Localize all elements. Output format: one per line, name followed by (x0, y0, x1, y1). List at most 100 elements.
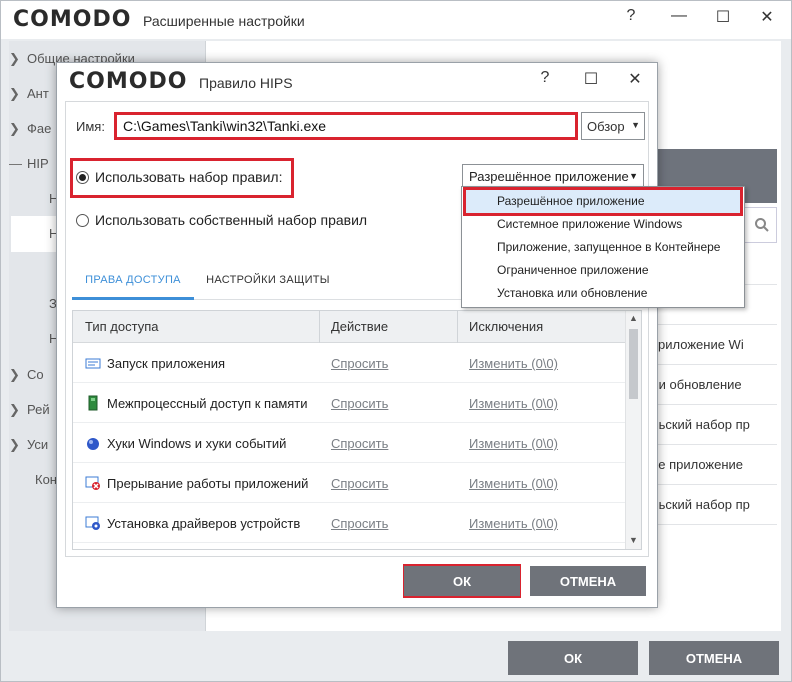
name-input[interactable] (114, 112, 578, 140)
close-icon[interactable]: ✕ (625, 69, 645, 89)
column-header[interactable]: Тип доступа (85, 319, 158, 334)
tree-item-label: Кон (35, 472, 57, 487)
exceptions-link[interactable]: Изменить (0\0) (469, 436, 558, 451)
hook-icon (87, 438, 99, 450)
radio-ruleset-label: Использовать набор правил: (95, 169, 283, 185)
action-link[interactable]: Спросить (331, 396, 388, 411)
close-icon[interactable]: ✕ (757, 7, 777, 27)
access-type: Установка драйверов устройств (107, 516, 301, 531)
dropdown-option-highlight (463, 187, 743, 216)
scroll-up-icon[interactable]: ▲ (629, 313, 638, 323)
minimize-icon[interactable]: — (669, 7, 689, 25)
dropdown-option[interactable]: Системное приложение Windows (463, 213, 743, 236)
radio-custom-ruleset[interactable]: Использовать собственный набор правил (76, 212, 367, 228)
tree-item-antivirus[interactable]: ❯ Ант (9, 86, 49, 102)
dropdown-option[interactable]: Ограниченное приложение (463, 259, 743, 282)
tab-protection-settings[interactable]: НАСТРОЙКИ ЗАЩИТЫ (202, 262, 334, 300)
table-scrollbar[interactable]: ▲ ▼ (625, 311, 641, 549)
access-type: Хуки Windows и хуки событий (107, 436, 287, 451)
column-divider (319, 311, 320, 343)
maximize-icon[interactable]: ☐ (581, 69, 601, 89)
action-link[interactable]: Спросить (331, 356, 388, 371)
driver-icon (85, 516, 100, 530)
chevron-icon: ❯ (9, 402, 20, 417)
back-table-row[interactable]: ли обновление (651, 365, 777, 405)
exceptions-link[interactable]: Изменить (0\0) (469, 516, 558, 531)
column-header[interactable]: Действие (331, 319, 388, 334)
tab-access-rights[interactable]: ПРАВА ДОСТУПА (72, 262, 194, 300)
chevron-icon: ❯ (9, 367, 20, 382)
comodo-logo: COMODO (69, 69, 188, 94)
action-link[interactable]: Спросить (331, 516, 388, 531)
exceptions-link[interactable]: Изменить (0\0) (469, 476, 558, 491)
back-cancel-button[interactable]: ОТМЕНА (649, 641, 779, 675)
tree-item-console[interactable]: Кон (35, 472, 57, 487)
tree-item-containment[interactable]: ❯ Со (9, 367, 44, 383)
radio-custom-label: Использовать собственный набор правил (95, 212, 368, 228)
browse-label: Обзор (587, 118, 625, 134)
table-header: Тип доступа Действие Исключения (73, 311, 625, 343)
name-label: Имя: (76, 119, 105, 134)
access-rights-table: Тип доступа Действие Исключения Запуск п… (72, 310, 642, 550)
table-row[interactable]: Установка драйверов устройств Спросить И… (73, 503, 625, 543)
table-row[interactable]: Прерывание работы приложений Спросить Из… (73, 463, 625, 503)
ok-button[interactable]: ОК (404, 566, 520, 596)
radio-unselected-icon (76, 213, 89, 227)
tree-item-label: Фае (27, 121, 52, 136)
chevron-icon: ❯ (9, 51, 20, 66)
table-row[interactable]: Хуки Windows и хуки событий Спросить Изм… (73, 423, 625, 463)
dropdown-option[interactable]: Установка или обновление (463, 282, 743, 305)
tree-item-hips[interactable]: — HIP (9, 156, 49, 171)
scrollbar-thumb[interactable] (629, 329, 638, 399)
back-window-title: Расширенные настройки (143, 13, 305, 29)
comodo-logo: COMODO (13, 7, 132, 32)
dropdown-arrow-icon: ▼ (629, 171, 638, 181)
search-icon (755, 218, 769, 232)
column-header[interactable]: Исключения (469, 319, 543, 334)
action-link[interactable]: Спросить (331, 436, 388, 451)
memory-icon (88, 395, 98, 411)
tree-item-label: Уси (27, 437, 49, 452)
column-divider (457, 311, 458, 343)
back-table-row[interactable]: льский набор пр (651, 485, 777, 525)
tree-item-label: Со (27, 367, 44, 382)
exceptions-link[interactable]: Изменить (0\0) (469, 356, 558, 371)
tree-item-firewall[interactable]: ❯ Фае (9, 121, 51, 137)
back-table-row[interactable]: ре приложение (651, 445, 777, 485)
ruleset-select[interactable]: Разрешённое приложение ▼ (462, 164, 644, 188)
tree-item-rating[interactable]: ❯ Рей (9, 402, 50, 418)
access-type: Межпроцессный доступ к памяти (107, 396, 308, 411)
tree-item-advanced[interactable]: ❯ Уси (9, 437, 48, 453)
dialog-body: Имя: Обзор ▼ Использовать набор правил: И… (65, 101, 649, 557)
access-type: Прерывание работы приложений (107, 476, 309, 491)
dropdown-arrow-icon: ▼ (631, 120, 640, 130)
table-row[interactable]: Запуск приложения Спросить Изменить (0\0… (73, 343, 625, 383)
access-type: Запуск приложения (107, 356, 226, 371)
back-table-row[interactable]: льский набор пр (651, 405, 777, 445)
radio-selected-icon (76, 170, 89, 184)
dialog-title: Правило HIPS (199, 75, 293, 91)
collapse-icon: — (9, 156, 22, 171)
help-icon[interactable]: ? (535, 69, 555, 87)
tree-item-label: Ант (27, 86, 49, 101)
maximize-icon[interactable]: ☐ (713, 7, 733, 27)
table-row[interactable]: Межпроцессный доступ к памяти Спросить И… (73, 383, 625, 423)
help-icon[interactable]: ? (621, 7, 641, 25)
hips-rule-dialog: COMODO Правило HIPS ? ☐ ✕ Имя: Обзор ▼ Ис… (56, 62, 658, 608)
chevron-icon: ❯ (9, 437, 20, 452)
action-link[interactable]: Спросить (331, 476, 388, 491)
dropdown-option[interactable]: Приложение, запущенное в Контейнере (463, 236, 743, 259)
radio-use-ruleset[interactable]: Использовать набор правил: (76, 169, 282, 185)
scroll-down-icon[interactable]: ▼ (629, 535, 638, 545)
terminate-icon (85, 476, 100, 490)
exceptions-link[interactable]: Изменить (0\0) (469, 396, 558, 411)
chevron-icon: ❯ (9, 121, 20, 136)
dialog-titlebar: COMODO Правило HIPS ? ☐ ✕ (57, 63, 657, 101)
app-launch-icon (85, 358, 101, 369)
back-ok-button[interactable]: ОК (508, 641, 638, 675)
cancel-button[interactable]: ОТМЕНА (530, 566, 646, 596)
tree-item-label: HIP (27, 156, 49, 171)
ruleset-select-value: Разрешённое приложение (469, 169, 629, 184)
browse-button[interactable]: Обзор ▼ (581, 112, 645, 140)
back-table-row[interactable]: приложение Wi (651, 325, 777, 365)
